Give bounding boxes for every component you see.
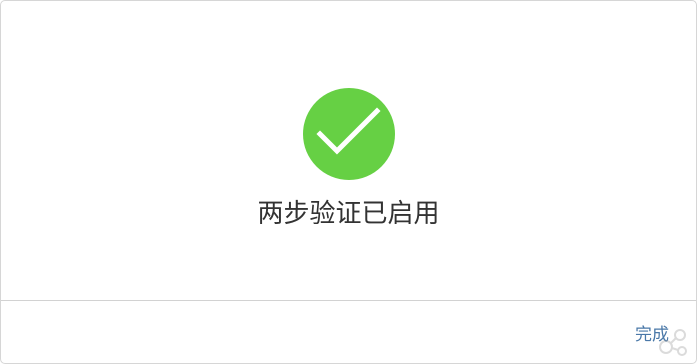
status-message: 两步验证已启用: [257, 199, 440, 229]
dialog-content: 两步验证已启用: [1, 1, 696, 300]
watermark-logo-icon: [652, 321, 692, 361]
dialog-footer: 完成: [1, 301, 696, 363]
two-step-verification-dialog: 两步验证已启用 完成: [0, 0, 697, 364]
checkmark-circle-icon: [303, 88, 395, 180]
